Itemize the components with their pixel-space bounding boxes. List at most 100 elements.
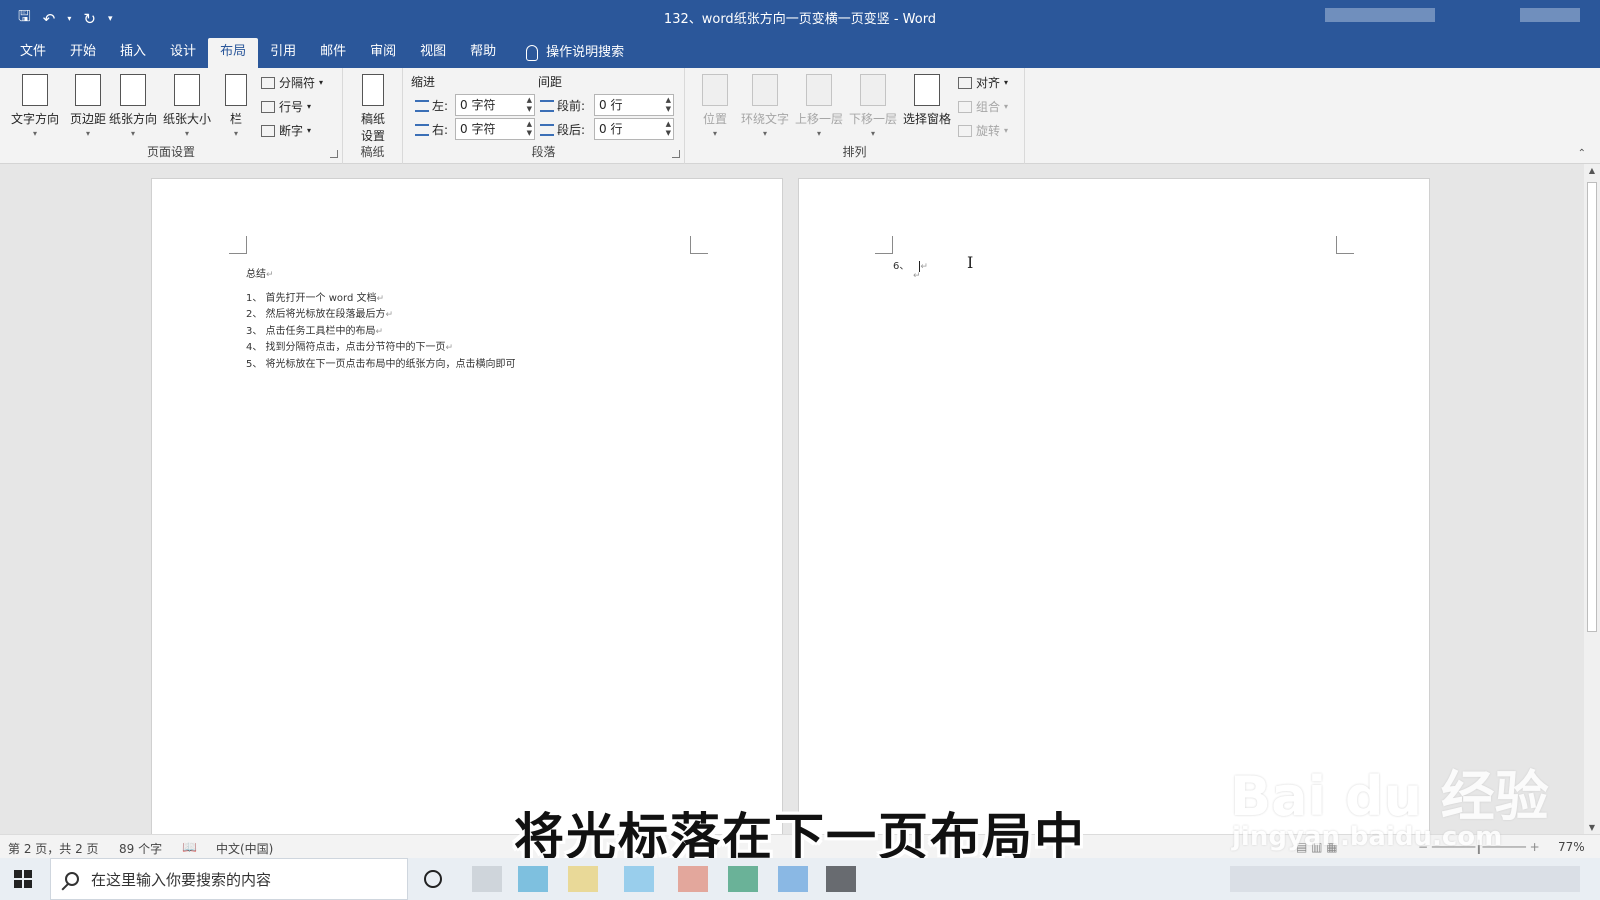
list-item: 6、 ↵ [893,260,928,272]
indent-right-icon [415,123,429,136]
margins-button[interactable]: 页边距 ▾ [63,74,113,138]
wrap-text-button[interactable]: 环绕文字 ▾ [737,74,793,138]
list-item: 1、 首先打开一个 word 文档↵ [246,293,385,304]
tab-references[interactable]: 引用 [258,38,308,68]
vertical-scrollbar[interactable]: ▲ ▼ [1584,164,1600,834]
spacing-before-stepper-icon[interactable]: ▲ ▼ [666,96,671,114]
page-1[interactable]: 总结↵ 1、 首先打开一个 word 文档↵ 2、 然后将光标放在段落最后方↵ … [151,178,783,834]
system-tray[interactable] [1230,866,1580,892]
margins-icon [75,74,101,106]
taskbar-app-icon[interactable] [678,866,708,892]
arrange-group-label: 排列 [842,145,867,159]
windows-start-icon[interactable] [14,870,32,888]
paragraph-launcher-icon[interactable] [672,150,680,158]
margins-label: 页边距 [69,112,106,126]
margin-corner-top-right [1336,236,1354,254]
indent-right-stepper-icon[interactable]: ▲ ▼ [527,120,532,138]
taskbar-app-icon[interactable] [778,866,808,892]
title-bar: 🖫 ↶ ▾ ↻ ▾ 132、word纸张方向一页变横一页变竖 - Word [0,0,1600,34]
account-area[interactable] [1520,8,1580,22]
spacing-after-input[interactable]: 0 行 ▲ ▼ [594,118,674,140]
rotate-button[interactable]: 旋转 ▾ [958,122,1008,139]
collapse-ribbon-icon[interactable]: ⌃ [1578,148,1586,159]
manuscript-settings-button[interactable]: 稿纸 设置 [348,74,398,144]
spacing-before-label: 段前: [540,97,585,114]
bring-forward-button[interactable]: 上移一层 ▾ [792,74,846,138]
tab-insert[interactable]: 插入 [108,38,158,68]
selection-pane-button[interactable]: 选择窗格 [900,74,954,127]
list-item: 5、 将光标放在下一页点击布局中的纸张方向，点击横向即可 [246,359,516,370]
text-direction-button[interactable]: 文字方向 ▾ [9,74,61,138]
wrap-text-icon [752,74,778,106]
send-backward-button[interactable]: 下移一层 ▾ [846,74,900,138]
wrap-text-label: 环绕文字 [740,112,789,126]
indent-left-stepper-icon[interactable]: ▲ ▼ [527,96,532,114]
text-direction-icon [22,74,48,106]
spacing-before-input[interactable]: 0 行 ▲ ▼ [594,94,674,116]
indent-right-label: 右: [415,121,448,138]
orientation-label: 纸张方向 [108,112,157,126]
summary-heading: 总结↵ [246,269,274,280]
page-2[interactable]: 6、 ↵ ↵ I [798,178,1430,834]
tab-view[interactable]: 视图 [408,38,458,68]
ribbon: 文字方向 ▾ 页边距 ▾ 纸张方向 ▾ 纸张大小 ▾ 栏 ▾ 分隔符 ▾ 行号 … [0,68,1600,164]
orientation-icon [120,74,146,106]
hyphenation-button[interactable]: 断字 ▾ [261,122,311,139]
tab-file[interactable]: 文件 [8,38,58,68]
taskbar: 在这里输入你要搜索的内容 [0,858,1600,900]
columns-label: 栏 [229,112,242,126]
tell-me-search[interactable]: 操作说明搜索 [508,38,624,68]
tab-mailings[interactable]: 邮件 [308,38,358,68]
margin-corner-top-left [229,236,247,254]
align-label: 对齐 [976,76,1001,90]
line-numbers-button[interactable]: 行号 ▾ [261,98,311,115]
tab-home[interactable]: 开始 [58,38,108,68]
orientation-button[interactable]: 纸张方向 ▾ [107,74,159,138]
scroll-up-icon[interactable]: ▲ [1584,166,1600,175]
margin-corner-top-right [690,236,708,254]
hyphenation-label: 断字 [279,124,304,138]
columns-button[interactable]: 栏 ▾ [216,74,256,138]
align-button[interactable]: 对齐 ▾ [958,74,1008,91]
manuscript-icon [362,74,384,106]
text-direction-label: 文字方向 [10,112,59,126]
scroll-thumb[interactable] [1587,182,1597,632]
tab-design[interactable]: 设计 [158,38,208,68]
taskbar-app-icon[interactable] [728,866,758,892]
position-label: 位置 [702,112,727,126]
taskbar-app-icon[interactable] [624,866,654,892]
rotate-icon [958,124,972,137]
group-arrange: 位置 ▾ 环绕文字 ▾ 上移一层 ▾ 下移一层 ▾ 选择窗格 对齐 ▾ 组合 ▾… [685,68,1025,164]
selection-pane-label: 选择窗格 [902,112,951,126]
tab-help[interactable]: 帮助 [458,38,508,68]
taskbar-app-icon[interactable] [518,866,548,892]
manuscript-settings-label-1: 稿纸 [360,112,385,126]
group-label: 组合 [976,100,1001,114]
page-setup-group-label: 页面设置 [146,145,195,159]
page-setup-launcher-icon[interactable] [330,150,338,158]
spacing-after-label: 段后: [540,121,585,138]
taskbar-app-icon[interactable] [826,866,856,892]
indent-header: 缩进 [411,75,436,89]
position-button[interactable]: 位置 ▾ [685,74,745,138]
window-controls[interactable] [1325,8,1435,22]
group-manuscript: 稿纸 设置 稿纸 [343,68,403,164]
indent-left-input[interactable]: 0 字符 ▲ ▼ [455,94,535,116]
taskbar-app-icon[interactable] [472,866,502,892]
spacing-after-stepper-icon[interactable]: ▲ ▼ [666,120,671,138]
group-icon [958,100,972,113]
tab-layout[interactable]: 布局 [208,38,259,68]
lightbulb-icon [526,45,539,61]
size-button[interactable]: 纸张大小 ▾ [161,74,213,138]
manuscript-settings-label-2: 设置 [360,129,385,143]
tab-review[interactable]: 审阅 [358,38,408,68]
columns-icon [225,74,247,106]
breaks-button[interactable]: 分隔符 ▾ [261,74,323,91]
taskbar-search[interactable]: 在这里输入你要搜索的内容 [50,858,408,900]
indent-right-input[interactable]: 0 字符 ▲ ▼ [455,118,535,140]
taskbar-app-icon[interactable] [568,866,598,892]
group-button[interactable]: 组合 ▾ [958,98,1008,115]
indent-left-icon [415,99,429,112]
cortana-icon[interactable] [424,870,442,888]
paragraph-mark: ↵ [913,271,921,281]
